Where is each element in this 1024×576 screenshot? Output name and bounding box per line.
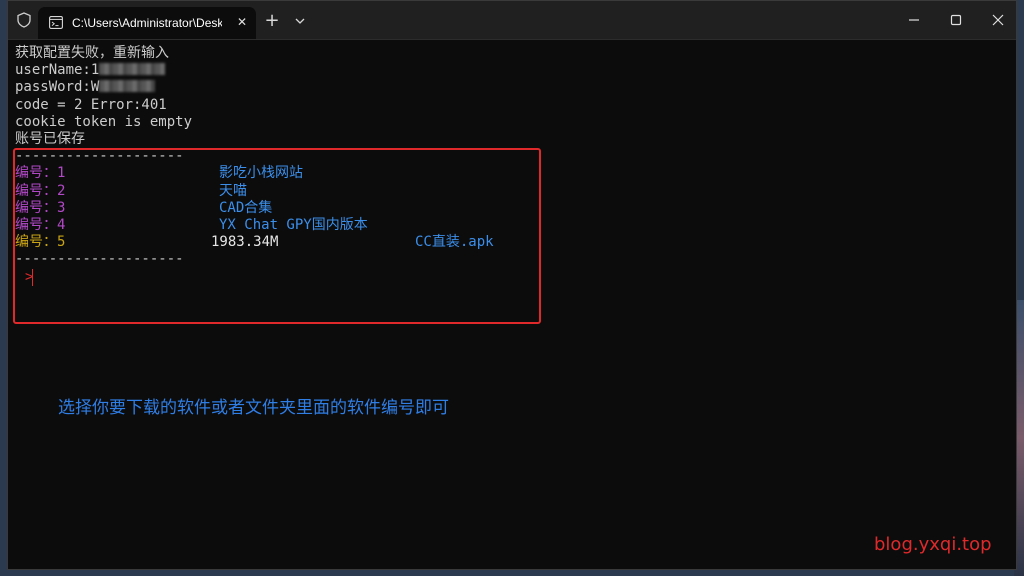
output-line: code = 2 Error:401 [15, 96, 167, 113]
redacted-password [99, 80, 156, 93]
tab-close-icon[interactable]: ✕ [234, 14, 250, 30]
terminal-window: C:\Users\Administrator\Deskto ✕ + 获取配置失败… [7, 0, 1017, 570]
close-icon[interactable] [986, 9, 1010, 31]
username-text: userName:1 [15, 62, 100, 79]
maximize-icon[interactable] [944, 9, 968, 31]
annotation-text: 选择你要下载的软件或者文件夹里面的软件编号即可 [58, 398, 449, 418]
output-line: 获取配置失败，重新输入 [15, 45, 169, 61]
output-line-password: passWord:W [15, 79, 156, 96]
output-line: cookie token is empty [15, 113, 193, 130]
highlight-box [13, 148, 541, 324]
password-text: passWord:W [15, 79, 100, 96]
new-tab-button[interactable]: + [262, 11, 282, 31]
watermark: blog.yxqi.top [874, 534, 992, 555]
chevron-down-icon[interactable] [291, 12, 309, 30]
shield-icon [17, 12, 31, 28]
minimize-icon[interactable] [902, 9, 926, 31]
redacted-username [99, 63, 166, 76]
tab-title: C:\Users\Administrator\Deskto [72, 16, 222, 30]
output-line-username: userName:1 [15, 62, 166, 79]
title-bar[interactable]: C:\Users\Administrator\Deskto ✕ + [8, 1, 1016, 40]
tab-terminal[interactable]: C:\Users\Administrator\Deskto ✕ [38, 7, 256, 39]
output-line: 账号已保存 [15, 131, 85, 147]
terminal-icon [49, 16, 63, 29]
